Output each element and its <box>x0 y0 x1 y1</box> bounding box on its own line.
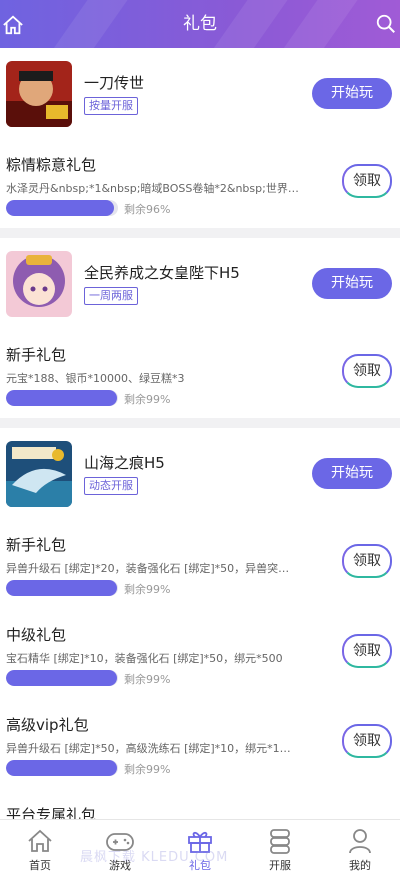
remain-percent: 剩余99% <box>124 393 171 406</box>
gift-item[interactable]: 粽情粽意礼包 水泽灵丹&nbsp;*1&nbsp;暗域BOSS卷轴*2&nbsp… <box>0 138 400 228</box>
section-divider <box>0 418 400 428</box>
watermark: 晨枫下载 KLEDU.COM <box>80 850 229 865</box>
game-name: 一刀传世 <box>84 74 145 92</box>
tab-servers[interactable]: 开服 <box>240 820 320 879</box>
game-section: 山海之痕H5 动态开服 开始玩 新手礼包 异兽升级石 [绑定]*20，装备强化石… <box>0 428 400 820</box>
gift-name: 平台专属礼包 <box>6 806 97 820</box>
game-row[interactable]: 山海之痕H5 动态开服 开始玩 <box>0 428 400 518</box>
remain-progress-fill <box>6 760 117 776</box>
start-play-button[interactable]: 开始玩 <box>312 78 392 109</box>
server-tag: 按量开服 <box>84 97 138 115</box>
server-icon <box>270 829 290 854</box>
gift-name: 高级vip礼包 <box>6 716 89 734</box>
gift-item[interactable]: 高级vip礼包 异兽升级石 [绑定]*50，高级洗练石 [绑定]*10，绑元*1… <box>0 698 400 788</box>
server-tag: 动态开服 <box>84 477 138 495</box>
remain-percent: 剩余99% <box>124 673 171 686</box>
gift-item[interactable]: 新手礼包 元宝*188、银币*10000、绿豆糕*3 剩余99% 领取 <box>0 328 400 418</box>
claim-button[interactable]: 领取 <box>342 354 392 388</box>
remain-progress-bar <box>6 580 118 596</box>
gift-description: 异兽升级石 [绑定]*50，高级洗练石 [绑定]*10，绑元*1… <box>6 742 291 755</box>
remain-percent: 剩余99% <box>124 763 171 776</box>
remain-progress-fill <box>6 580 117 596</box>
start-play-button[interactable]: 开始玩 <box>312 268 392 299</box>
remain-progress-fill <box>6 670 117 686</box>
gift-description: 异兽升级石 [绑定]*20，装备强化石 [绑定]*50，异兽突… <box>6 562 290 575</box>
tab-home[interactable]: 首页 <box>0 820 80 879</box>
tab-label: 开服 <box>269 859 291 872</box>
remain-progress-bar <box>6 390 118 406</box>
server-tag: 一周两服 <box>84 287 138 305</box>
gift-description: 宝石精华 [绑定]*10，装备强化石 [绑定]*50，绑元*500 <box>6 652 283 665</box>
bottom-tab-bar: 首页 游戏 礼包 开服 我的 晨枫下载 KLEDU.COM <box>0 819 400 879</box>
game-name: 山海之痕H5 <box>84 454 165 472</box>
gift-name: 新手礼包 <box>6 536 67 554</box>
claim-button[interactable]: 领取 <box>342 544 392 578</box>
remain-percent: 剩余96% <box>124 203 171 216</box>
user-icon <box>349 829 371 854</box>
claim-button[interactable]: 领取 <box>342 724 392 758</box>
tab-mine[interactable]: 我的 <box>320 820 400 879</box>
gift-list[interactable]: 一刀传世 按量开服 开始玩 粽情粽意礼包 水泽灵丹&nbsp;*1&nbsp;暗… <box>0 48 400 820</box>
gift-item[interactable]: 中级礼包 宝石精华 [绑定]*10，装备强化石 [绑定]*50，绑元*500 剩… <box>0 608 400 698</box>
tab-label: 我的 <box>349 859 371 872</box>
game-cover-image <box>6 441 72 507</box>
page-title: 礼包 <box>183 14 217 34</box>
remain-progress-fill <box>6 200 114 216</box>
gift-description: 元宝*188、银币*10000、绿豆糕*3 <box>6 372 185 385</box>
remain-progress-bar <box>6 760 118 776</box>
claim-button[interactable]: 领取 <box>342 164 392 198</box>
game-section: 全民养成之女皇陛下H5 一周两服 开始玩 新手礼包 元宝*188、银币*1000… <box>0 238 400 418</box>
tab-label: 首页 <box>29 859 51 872</box>
gift-item[interactable]: 新手礼包 异兽升级石 [绑定]*20，装备强化石 [绑定]*50，异兽突… 剩余… <box>0 518 400 608</box>
remain-progress-bar <box>6 200 118 216</box>
top-header: 礼包 <box>0 0 400 48</box>
search-icon[interactable] <box>375 13 397 35</box>
game-row[interactable]: 全民养成之女皇陛下H5 一周两服 开始玩 <box>0 238 400 328</box>
game-cover-image <box>6 251 72 317</box>
game-cover-image <box>6 61 72 127</box>
home-icon <box>28 829 52 852</box>
gift-name: 中级礼包 <box>6 626 67 644</box>
remain-percent: 剩余99% <box>124 583 171 596</box>
start-play-button[interactable]: 开始玩 <box>312 458 392 489</box>
gift-item[interactable]: 平台专属礼包 <box>0 788 400 820</box>
remain-progress-fill <box>6 390 117 406</box>
gift-description: 水泽灵丹&nbsp;*1&nbsp;暗域BOSS卷轴*2&nbsp;世界… <box>6 182 299 195</box>
claim-button[interactable]: 领取 <box>342 634 392 668</box>
game-row[interactable]: 一刀传世 按量开服 开始玩 <box>0 48 400 138</box>
remain-progress-bar <box>6 670 118 686</box>
gift-name: 新手礼包 <box>6 346 67 364</box>
game-name: 全民养成之女皇陛下H5 <box>84 264 240 282</box>
section-divider <box>0 228 400 238</box>
gift-name: 粽情粽意礼包 <box>6 156 97 174</box>
game-section: 一刀传世 按量开服 开始玩 粽情粽意礼包 水泽灵丹&nbsp;*1&nbsp;暗… <box>0 48 400 228</box>
